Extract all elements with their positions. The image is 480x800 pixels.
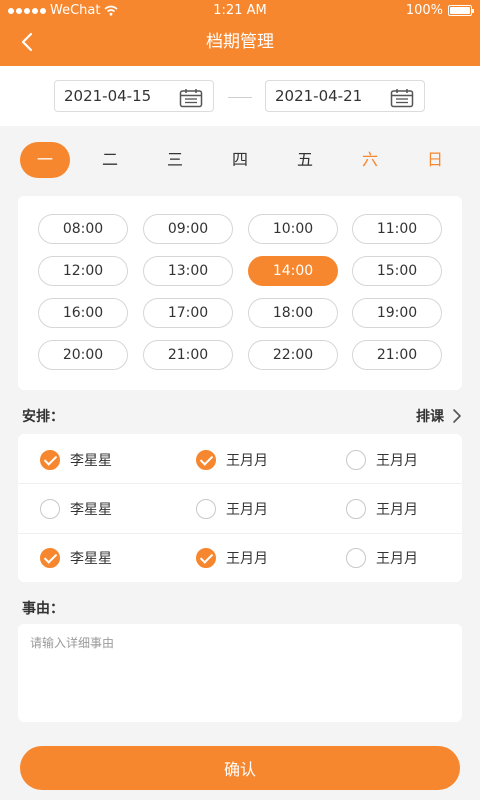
time-slot[interactable]: 16:00 [38, 298, 128, 328]
reason-input[interactable] [18, 624, 462, 722]
time-slot[interactable]: 19:00 [352, 298, 442, 328]
time-slot[interactable]: 10:00 [248, 214, 338, 244]
person-name: 王月月 [376, 551, 418, 567]
time-slot[interactable]: 12:00 [38, 256, 128, 286]
checkbox-unchecked[interactable] [346, 548, 366, 568]
schedule-link-label: 排课 [416, 409, 444, 425]
battery-icon [448, 5, 474, 16]
calendar-icon [179, 89, 203, 108]
weekday-mon[interactable]: 一 [20, 142, 70, 178]
app-header: WeChat 1:21 AM 100% 档期管理 [0, 0, 480, 66]
weekday-thu[interactable]: 四 [215, 142, 265, 178]
checkbox-unchecked[interactable] [196, 499, 216, 519]
person-name: 王月月 [226, 551, 268, 567]
weekday-wed[interactable]: 三 [150, 142, 200, 178]
row-divider [18, 483, 462, 484]
battery-percent: 100% [405, 3, 443, 18]
battery-level [450, 7, 470, 14]
weekday-tue[interactable]: 二 [85, 142, 135, 178]
end-date-value: 2021-04-21 [275, 87, 363, 105]
confirm-button[interactable]: 确认 [20, 746, 460, 790]
time-slot-grid: 08:00 09:00 10:00 11:00 12:00 13:00 14:0… [18, 196, 462, 390]
reason-box [18, 624, 462, 722]
checkbox-unchecked[interactable] [346, 499, 366, 519]
person-option[interactable]: 王月月 [346, 548, 418, 568]
reason-label: 事由： [22, 601, 64, 617]
person-name: 李星星 [70, 502, 112, 518]
person-name: 王月月 [376, 453, 418, 469]
end-date-field[interactable]: 2021-04-21 [265, 80, 425, 112]
person-name: 王月月 [226, 453, 268, 469]
checkbox-checked[interactable] [40, 548, 60, 568]
weekday-fri[interactable]: 五 [280, 142, 330, 178]
person-name: 王月月 [376, 502, 418, 518]
checkbox-checked[interactable] [196, 548, 216, 568]
chevron-right-icon [453, 409, 461, 423]
schedule-link[interactable]: 排课 [416, 406, 462, 426]
weekday-sun[interactable]: 日 [410, 142, 460, 178]
people-list: 李星星 王月月 王月月 李星星 王月月 王月月 李星星 王月月 王月月 [18, 434, 462, 582]
person-name: 李星星 [70, 453, 112, 469]
time-slot[interactable]: 09:00 [143, 214, 233, 244]
person-option[interactable]: 李星星 [40, 548, 112, 568]
time-slot-selected[interactable]: 14:00 [248, 256, 338, 286]
time-slot[interactable]: 13:00 [143, 256, 233, 286]
person-option[interactable]: 李星星 [40, 450, 112, 470]
time-slot[interactable]: 22:00 [248, 340, 338, 370]
row-divider [18, 533, 462, 534]
time-slot[interactable]: 21:00 [352, 340, 442, 370]
time-slot[interactable]: 20:00 [38, 340, 128, 370]
start-date-field[interactable]: 2021-04-15 [54, 80, 214, 112]
checkbox-checked[interactable] [196, 450, 216, 470]
time-slot[interactable]: 17:00 [143, 298, 233, 328]
time-slot[interactable]: 15:00 [352, 256, 442, 286]
checkbox-unchecked[interactable] [40, 499, 60, 519]
time-slot[interactable]: 18:00 [248, 298, 338, 328]
time-slot[interactable]: 08:00 [38, 214, 128, 244]
status-bar: WeChat 1:21 AM 100% [0, 0, 480, 22]
time-slot[interactable]: 21:00 [143, 340, 233, 370]
date-range-row: 2021-04-15 2021-04-21 [0, 66, 480, 126]
person-name: 李星星 [70, 551, 112, 567]
person-option[interactable]: 李星星 [40, 499, 112, 519]
person-option[interactable]: 王月月 [196, 499, 268, 519]
checkbox-unchecked[interactable] [346, 450, 366, 470]
battery-status: 100% [405, 3, 474, 18]
date-separator [228, 97, 252, 98]
person-name: 王月月 [226, 502, 268, 518]
weekday-selector: 一 二 三 四 五 六 日 [0, 130, 480, 190]
person-option[interactable]: 王月月 [346, 450, 418, 470]
time-slot[interactable]: 11:00 [352, 214, 442, 244]
checkbox-checked[interactable] [40, 450, 60, 470]
person-option[interactable]: 王月月 [196, 548, 268, 568]
arrange-label: 安排： [22, 409, 64, 425]
page-title: 档期管理 [206, 32, 274, 52]
start-date-value: 2021-04-15 [64, 87, 152, 105]
person-option[interactable]: 王月月 [346, 499, 418, 519]
weekday-sat[interactable]: 六 [345, 142, 395, 178]
person-option[interactable]: 王月月 [196, 450, 268, 470]
calendar-icon [390, 89, 414, 108]
